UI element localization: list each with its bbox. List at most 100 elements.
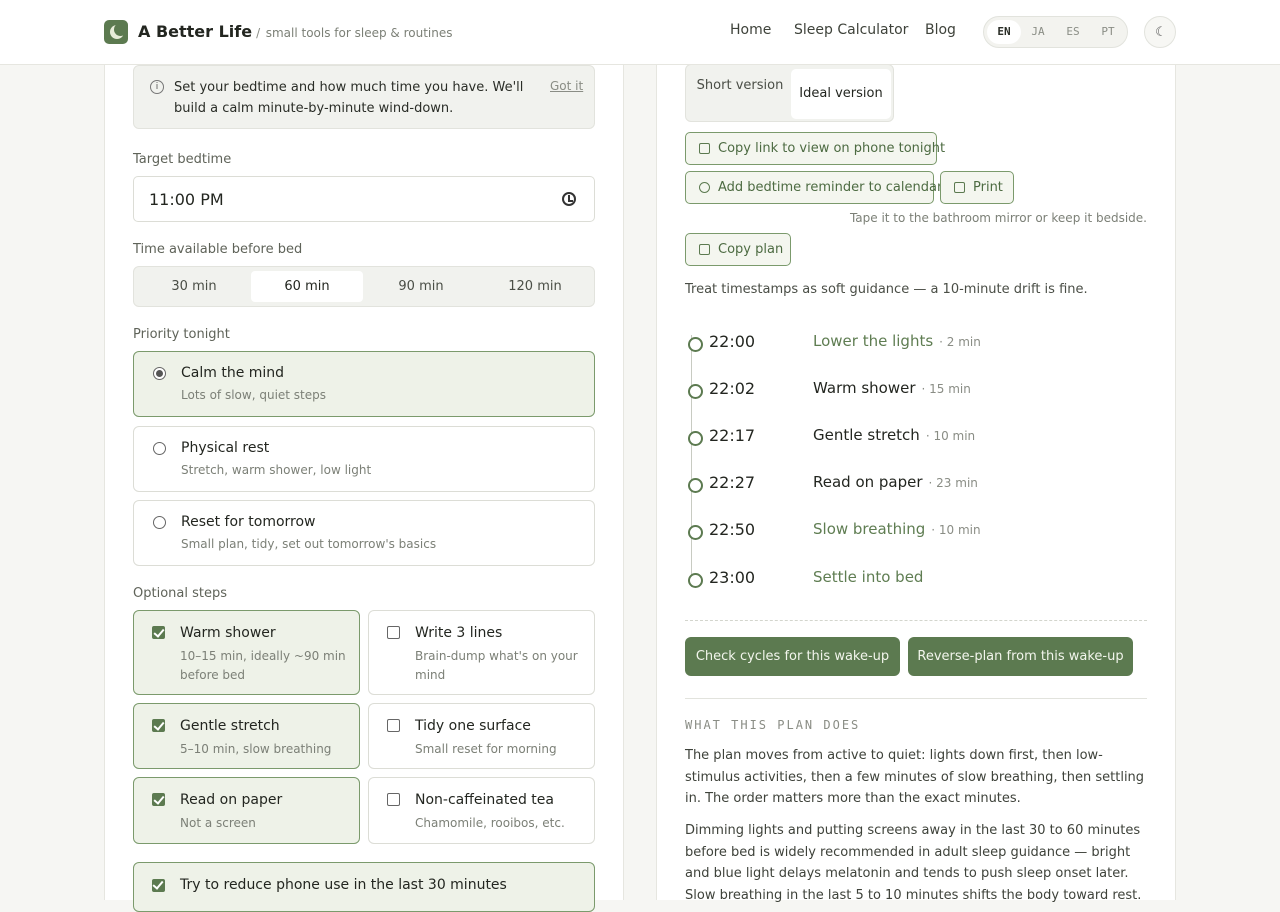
short-version-tab[interactable]: Short version (690, 71, 790, 117)
time-option-60[interactable]: 60 min (251, 271, 363, 302)
option-title: Non-caffeinated tea (415, 792, 554, 808)
option-desc: 5–10 min, slow breathing (180, 742, 332, 756)
optional-tidy-surface[interactable]: Tidy one surface Small reset for morning (368, 703, 595, 769)
checkbox[interactable] (152, 879, 165, 892)
divider (685, 620, 1147, 621)
checkbox[interactable] (387, 719, 400, 732)
nav-sleep-calculator[interactable]: Sleep Calculator (794, 22, 908, 38)
activity-name: Read on paper (813, 473, 923, 491)
copy-plan-button[interactable]: Copy plan (685, 233, 791, 266)
checkbox[interactable] (152, 793, 165, 806)
clock-icon (699, 182, 710, 193)
add-reminder-button[interactable]: Add bedtime reminder to calendar (685, 171, 942, 204)
timeline-activity: Warm shower · 15 min (813, 379, 971, 397)
checkbox[interactable] (387, 626, 400, 639)
guidance-text: Treat timestamps as soft guidance — a 10… (685, 282, 1088, 297)
brand-separator: / (256, 26, 261, 40)
lang-ja[interactable]: JA (1021, 20, 1055, 44)
top-bar: A Better Life / small tools for sleep & r… (0, 0, 1280, 65)
plan-research-note: Dimming lights and putting screens away … (685, 823, 1142, 903)
print-button[interactable]: Print (940, 171, 1014, 204)
time-available-selector: 30 min 60 min 90 min 120 min (133, 266, 595, 307)
optional-write-lines[interactable]: Write 3 lines Brain-dump what's on your … (368, 610, 595, 695)
lang-pt[interactable]: PT (1091, 20, 1125, 44)
timeline-dot-icon (688, 384, 703, 399)
brand[interactable]: A Better Life / small tools for sleep & r… (138, 22, 452, 41)
option-title: Write 3 lines (415, 625, 503, 641)
activity-name: Gentle stretch (813, 426, 920, 444)
timeline-row: 22:02 Warm shower · 15 min (685, 376, 1147, 402)
time-option-90[interactable]: 90 min (365, 271, 477, 302)
version-toggle: Short version Ideal version (685, 64, 894, 122)
timeline-activity: Read on paper · 23 min (813, 473, 978, 491)
option-desc: Chamomile, rooibos, etc. (415, 816, 565, 830)
nav-home[interactable]: Home (730, 22, 771, 38)
section-heading: WHAT THIS PLAN DOES (685, 718, 861, 732)
priority-title: Physical rest (181, 440, 270, 456)
checkbox[interactable] (152, 719, 165, 732)
print-label: Print (973, 180, 1003, 195)
time-option-30[interactable]: 30 min (138, 271, 250, 302)
priority-desc: Lots of slow, quiet steps (181, 388, 327, 402)
copy-icon (699, 143, 710, 154)
timeline-dot-icon (688, 573, 703, 588)
optional-warm-shower[interactable]: Warm shower 10–15 min, ideally ~90 min b… (133, 610, 360, 695)
lang-en[interactable]: EN (987, 20, 1021, 44)
bedtime-input[interactable]: 11:00 PM (133, 176, 595, 222)
nav-blog[interactable]: Blog (925, 22, 956, 38)
activity-duration: · 10 min (925, 429, 976, 443)
timeline-time: 22:27 (709, 473, 756, 492)
ideal-version-tab[interactable]: Ideal version (791, 69, 891, 119)
divider (685, 698, 1147, 699)
copy-link-button[interactable]: Copy link to view on phone tonight (685, 132, 945, 165)
timeline-activity: Slow breathing · 10 min (813, 520, 981, 538)
option-desc: Not a screen (180, 816, 256, 830)
copy-link-label: Copy link to view on phone tonight (718, 141, 946, 156)
optional-tea[interactable]: Non-caffeinated tea Chamomile, rooibos, … (368, 777, 595, 844)
timeline-row: 22:27 Read on paper · 23 min (685, 470, 1147, 496)
radio-button[interactable] (153, 367, 166, 380)
timeline-dot-icon (688, 478, 703, 493)
lang-es[interactable]: ES (1056, 20, 1090, 44)
option-desc: Small reset for morning (415, 742, 557, 756)
activity-name: Slow breathing (813, 520, 926, 538)
language-switcher: EN JA ES PT (983, 16, 1128, 48)
priority-desc: Small plan, tidy, set out tomorrow's bas… (181, 537, 437, 551)
activity-name: Lower the lights (813, 332, 934, 350)
timeline-line (691, 335, 692, 587)
activity-duration: · 10 min (931, 523, 981, 537)
reverse-plan-button[interactable]: Reverse-plan from this wake-up (908, 637, 1133, 676)
info-banner: i Set your bedtime and how much time you… (133, 65, 595, 129)
moon-logo-icon[interactable] (104, 20, 128, 44)
brand-subtitle: small tools for sleep & routines (265, 26, 453, 40)
priority-calm-mind[interactable]: Calm the mind Lots of slow, quiet steps (133, 351, 595, 417)
optional-gentle-stretch[interactable]: Gentle stretch 5–10 min, slow breathing (133, 703, 360, 769)
time-option-120[interactable]: 120 min (479, 271, 591, 302)
optional-reduce-phone[interactable]: Try to reduce phone use in the last 30 m… (133, 862, 595, 912)
bedtime-value: 11:00 PM (149, 190, 224, 209)
activity-name: Warm shower (813, 379, 916, 397)
option-desc: Brain-dump what's on your mind (415, 649, 578, 682)
activity-duration: · 2 min (939, 335, 981, 349)
checkbox[interactable] (387, 793, 400, 806)
clock-icon[interactable] (562, 192, 576, 206)
radio-button[interactable] (153, 516, 166, 529)
priority-title: Reset for tomorrow (181, 514, 316, 530)
priority-physical-rest[interactable]: Physical rest Stretch, warm shower, low … (133, 426, 595, 492)
theme-toggle-button[interactable]: ☾ (1144, 16, 1176, 48)
add-reminder-label: Add bedtime reminder to calendar (718, 180, 943, 195)
timeline-time: 22:50 (709, 520, 756, 539)
check-cycles-button[interactable]: Check cycles for this wake-up (685, 637, 900, 676)
priority-reset-tomorrow[interactable]: Reset for tomorrow Small plan, tidy, set… (133, 500, 595, 566)
option-title: Warm shower (180, 625, 276, 641)
checkbox[interactable] (152, 626, 165, 639)
radio-button[interactable] (153, 442, 166, 455)
got-it-link[interactable]: Got it (550, 79, 583, 93)
optional-read-paper[interactable]: Read on paper Not a screen (133, 777, 360, 844)
option-title: Try to reduce phone use in the last 30 m… (180, 877, 507, 893)
timeline-time: 22:02 (709, 379, 756, 398)
bedtime-label: Target bedtime (133, 152, 232, 167)
activity-name: Settle into bed (813, 568, 924, 586)
timeline-activity: Settle into bed (813, 568, 929, 586)
time-available-label: Time available before bed (133, 242, 303, 257)
